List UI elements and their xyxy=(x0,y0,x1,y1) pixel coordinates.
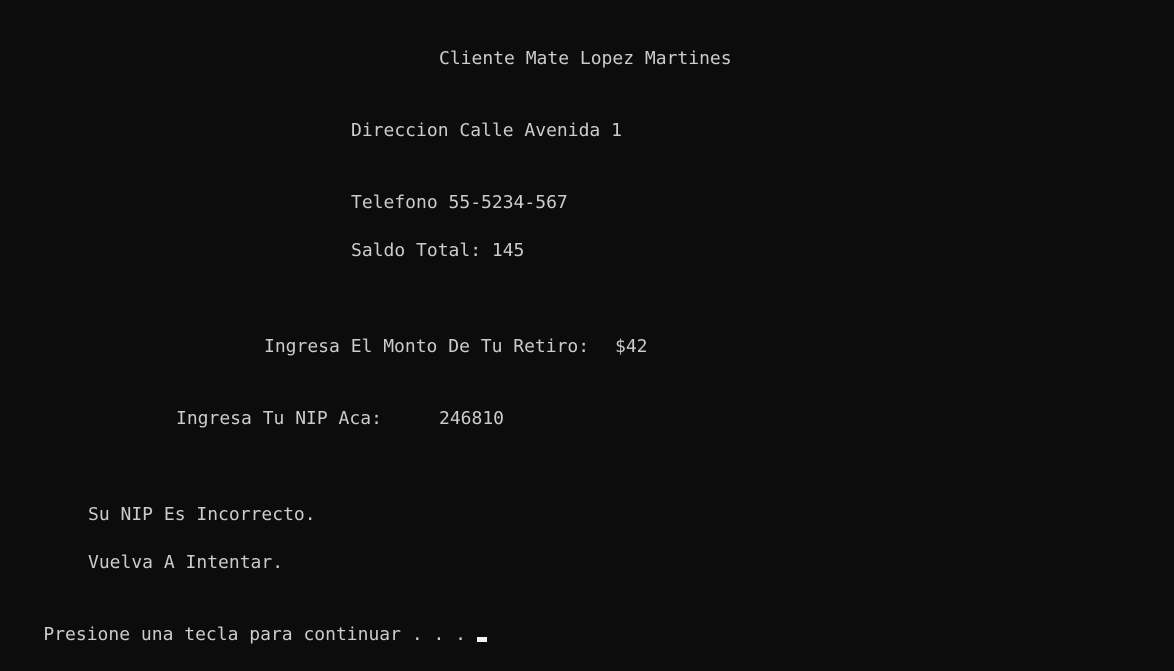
withdraw-value: $42 xyxy=(615,336,648,357)
balance-line: Saldo Total: 145 xyxy=(351,240,525,261)
address-line: Direccion Calle Avenida 1 xyxy=(351,120,622,141)
error-line: Su NIP Es Incorrecto. xyxy=(88,504,316,525)
phone-line: Telefono 55-5234-567 xyxy=(351,192,568,213)
pin-prompt: Ingresa Tu NIP Aca: xyxy=(176,408,382,429)
continue-prompt: Presione una tecla para continuar . . . xyxy=(43,624,466,645)
withdraw-prompt: Ingresa El Monto De Tu Retiro: xyxy=(264,336,590,357)
pin-value: 246810 xyxy=(439,408,505,429)
retry-line: Vuelva A Intentar. xyxy=(88,552,284,573)
cursor-icon xyxy=(476,637,487,642)
console-window[interactable]: Cliente Mate Lopez Martines Direccion Ca… xyxy=(0,0,1174,667)
client-line: Cliente Mate Lopez Martines xyxy=(439,48,732,69)
continue-line[interactable]: Presione una tecla para continuar . . . xyxy=(0,599,487,645)
